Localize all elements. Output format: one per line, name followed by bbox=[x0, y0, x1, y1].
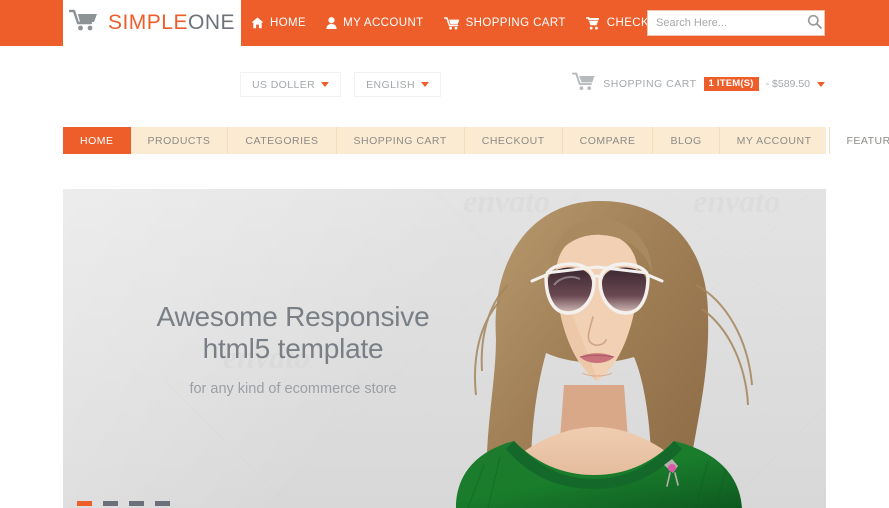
hero-slider: envato envato envato Awesome Responsive … bbox=[63, 189, 826, 508]
caret-down-icon bbox=[321, 82, 330, 87]
slider-dot-2[interactable] bbox=[103, 501, 118, 506]
hero-heading: Awesome Responsive html5 template bbox=[133, 301, 453, 365]
nav-item-my-account[interactable]: MY ACCOUNT bbox=[720, 127, 830, 154]
language-selector-label: ENGLISH bbox=[366, 78, 416, 91]
utility-strip: US DOLLER ENGLISH SHOPPING CART 1 ITEM(S… bbox=[0, 46, 889, 118]
shopping-cart-icon bbox=[68, 9, 99, 38]
logo-text-primary: SIMPLE bbox=[107, 11, 188, 34]
nav-item-shopping-cart[interactable]: SHOPPING CART bbox=[337, 127, 465, 154]
hero-heading-line-1: Awesome Responsive bbox=[156, 301, 430, 332]
nav-item-checkout[interactable]: CHECKOUT bbox=[465, 127, 563, 154]
hero-subheading: for any kind of ecommerce store bbox=[189, 381, 397, 398]
search-icon bbox=[807, 14, 822, 32]
top-header-bar: SIMPLEONE HOME MY ACCOUNT SHOPPING CART … bbox=[0, 0, 889, 46]
language-selector[interactable]: ENGLISH bbox=[354, 72, 442, 97]
top-navigation: HOME MY ACCOUNT SHOPPING CART CHECKOUT bbox=[251, 0, 675, 46]
topnav-item-home[interactable]: HOME bbox=[251, 17, 306, 29]
nav-item-features[interactable]: FEATURES bbox=[830, 127, 889, 154]
nav-item-categories[interactable]: CATEGORIES bbox=[228, 127, 337, 154]
user-icon bbox=[326, 17, 337, 29]
topnav-label-shopping-cart: SHOPPING CART bbox=[465, 17, 566, 29]
cart-item-count-badge: 1 ITEM(S) bbox=[703, 76, 759, 92]
hero-model-photo bbox=[456, 200, 753, 508]
cart-total-price: - $589.50 bbox=[765, 78, 810, 90]
currency-selector-label: US DOLLER bbox=[252, 78, 316, 91]
search-input[interactable] bbox=[648, 11, 804, 35]
logo-text-secondary: ONE bbox=[188, 11, 236, 34]
checkout-cart-icon bbox=[585, 16, 601, 30]
topnav-item-my-account[interactable]: MY ACCOUNT bbox=[326, 17, 423, 29]
currency-selector[interactable]: US DOLLER bbox=[240, 72, 342, 97]
cart-summary[interactable]: SHOPPING CART 1 ITEM(S) - $589.50 bbox=[572, 72, 825, 96]
site-logo[interactable]: SIMPLEONE bbox=[63, 0, 241, 46]
hero-copy: Awesome Responsive html5 template for an… bbox=[133, 301, 453, 397]
topnav-label-home: HOME bbox=[270, 17, 307, 29]
topnav-item-shopping-cart[interactable]: SHOPPING CART bbox=[443, 16, 566, 30]
cart-summary-label: SHOPPING CART bbox=[603, 78, 697, 90]
slider-pagination bbox=[77, 501, 170, 506]
hero-heading-line-2: html5 template bbox=[202, 333, 384, 365]
slider-dot-1[interactable] bbox=[77, 501, 92, 506]
nav-item-products[interactable]: PRODUCTS bbox=[131, 127, 229, 154]
nav-item-blog[interactable]: BLOG bbox=[653, 127, 720, 154]
topnav-label-my-account: MY ACCOUNT bbox=[343, 17, 424, 29]
nav-item-compare[interactable]: COMPARE bbox=[563, 127, 654, 154]
caret-down-icon bbox=[421, 82, 430, 87]
caret-down-icon bbox=[817, 81, 825, 87]
home-icon bbox=[251, 17, 264, 29]
cart-icon bbox=[572, 72, 596, 96]
cart-icon bbox=[443, 16, 460, 30]
logo-text: SIMPLEONE bbox=[108, 11, 235, 35]
locale-selectors: US DOLLER ENGLISH bbox=[240, 72, 442, 97]
search-button[interactable] bbox=[804, 11, 824, 35]
slider-dot-4[interactable] bbox=[155, 501, 170, 506]
main-navigation: HOME PRODUCTS CATEGORIES SHOPPING CART C… bbox=[63, 127, 889, 154]
nav-item-home[interactable]: HOME bbox=[63, 127, 131, 154]
search-box[interactable] bbox=[647, 10, 825, 36]
slider-dot-3[interactable] bbox=[129, 501, 144, 506]
